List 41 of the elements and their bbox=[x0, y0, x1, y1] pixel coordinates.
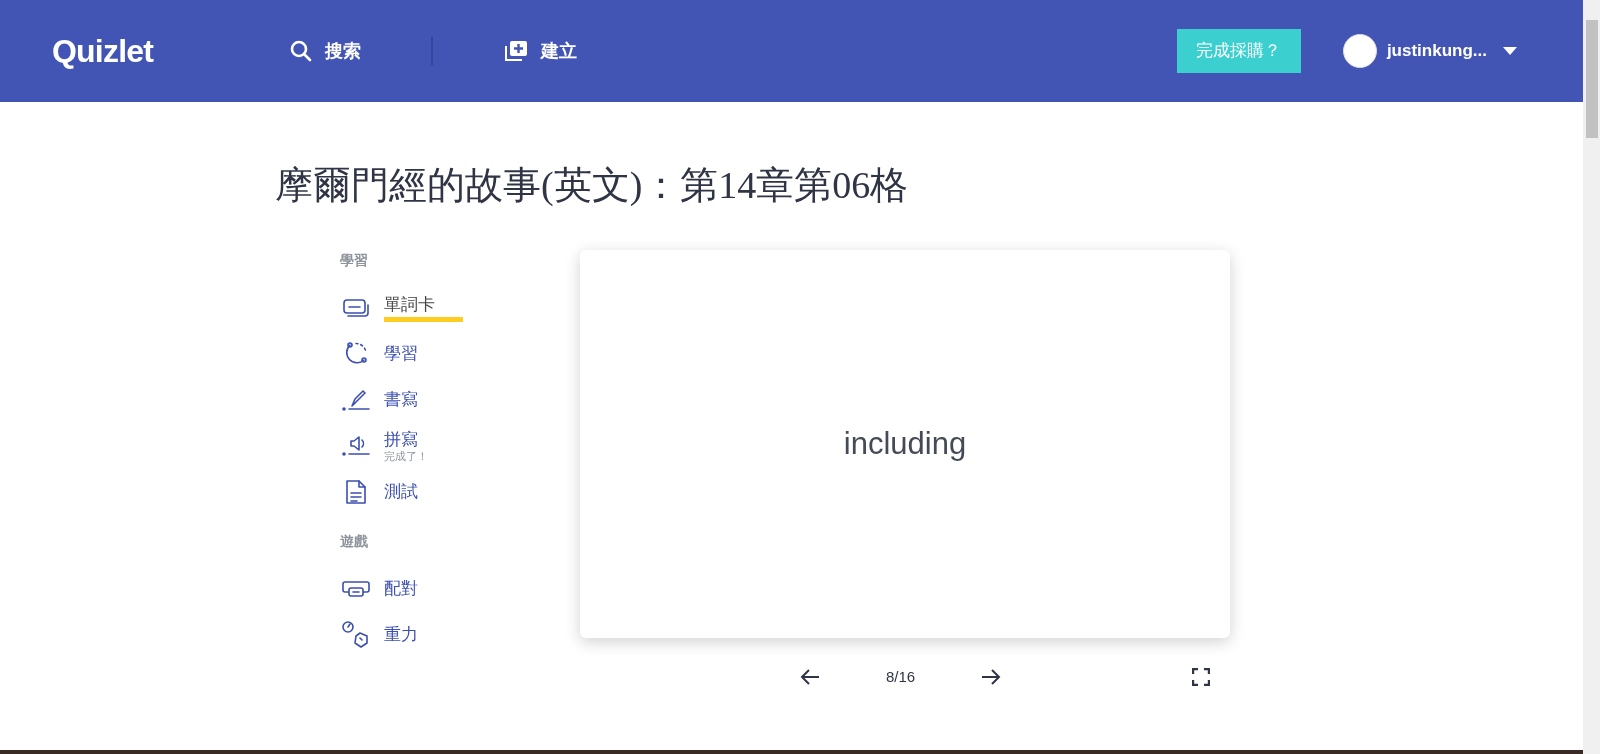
mode-link[interactable]: 重力 bbox=[340, 612, 515, 658]
mode-link[interactable]: 配對 bbox=[340, 566, 515, 612]
match-cards-icon bbox=[341, 578, 371, 600]
flashcard[interactable]: including bbox=[580, 250, 1230, 638]
mode-label: 書寫 bbox=[384, 389, 418, 411]
previous-button[interactable] bbox=[800, 668, 820, 687]
mode-label: 重力 bbox=[384, 624, 418, 646]
document-icon bbox=[344, 478, 368, 506]
mode-link[interactable]: 拼寫 完成了！ bbox=[340, 423, 515, 469]
logo[interactable]: Quizlet bbox=[52, 27, 289, 75]
mode-link[interactable]: 學習 bbox=[340, 331, 515, 377]
create-button[interactable]: 建立 bbox=[503, 37, 577, 65]
falling-shapes-icon bbox=[341, 620, 371, 650]
avatar[interactable] bbox=[1342, 34, 1377, 68]
section-heading: 遊戲 bbox=[340, 532, 369, 551]
mode-label: 測試 bbox=[384, 481, 418, 503]
mode-label: 配對 bbox=[384, 578, 418, 600]
next-button[interactable] bbox=[981, 668, 1002, 687]
mode-label: 拼寫 bbox=[384, 428, 419, 450]
mode-link[interactable]: 書寫 bbox=[340, 377, 515, 423]
speaker-icon bbox=[342, 434, 370, 458]
add-set-icon bbox=[503, 39, 529, 63]
pen-icon bbox=[342, 388, 370, 412]
mode-link[interactable]: 測試 bbox=[340, 469, 515, 515]
arrow-left-icon bbox=[800, 668, 820, 687]
mode-link[interactable]: 單詞卡 bbox=[340, 285, 515, 331]
mode-label: 單詞卡 bbox=[384, 294, 463, 322]
card-term: including bbox=[843, 424, 967, 463]
caret-icon bbox=[1503, 47, 1517, 55]
mode-label: 學習 bbox=[384, 343, 418, 365]
user-menu[interactable]: justinkung... bbox=[1386, 38, 1517, 64]
card-counter: 8/16 bbox=[886, 667, 916, 687]
search-button[interactable]: 搜索 bbox=[289, 37, 361, 65]
page-title: 摩爾門經的故事(英文)：第14章第06格 bbox=[275, 163, 910, 208]
cards-icon bbox=[342, 297, 370, 319]
fullscreen-button[interactable] bbox=[1192, 668, 1210, 687]
arrow-right-icon bbox=[981, 668, 1002, 687]
section-heading: 學習 bbox=[340, 251, 369, 270]
mode-status: 完成了！ bbox=[384, 449, 428, 464]
search-icon bbox=[289, 39, 313, 63]
fullscreen-icon bbox=[1192, 668, 1210, 687]
